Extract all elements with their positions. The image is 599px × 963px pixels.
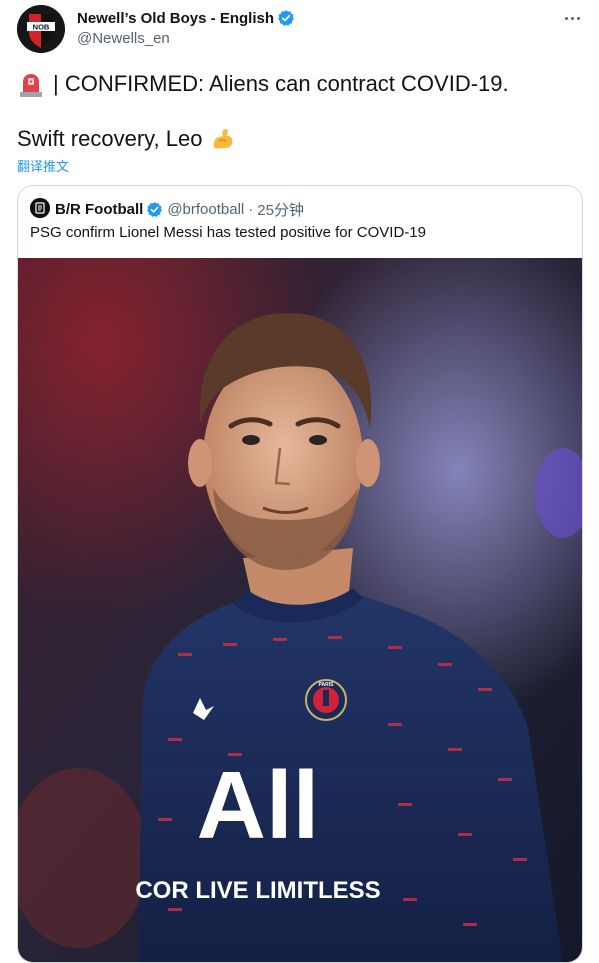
police-siren-icon [17,70,45,98]
tweet-text-line-2-text: Swift recovery, Leo [17,126,203,151]
quote-text: PSG confirm Lionel Messi has tested posi… [30,224,426,241]
more-options-icon[interactable] [560,8,584,28]
tweet-text-line-1: | CONFIRMED: Aliens can contract COVID-1… [17,70,509,98]
avatar-text: NOB [33,23,50,32]
translate-tweet-link[interactable]: 翻译推文 [17,156,69,175]
flexed-biceps-icon [210,126,236,152]
verified-badge-icon [277,9,295,27]
tweet-text-line-2: Swift recovery, Leo [17,126,236,152]
quote-author-name[interactable]: B/R Football [55,201,143,218]
quote-photo[interactable]: PARIS All COR LIVE LIMITLESS [18,258,582,962]
kit-sponsor-bottom: COR LIVE LIMITLESS [135,877,380,904]
avatar[interactable]: NOB [17,5,65,53]
quote-author-handle[interactable]: @brfootball [167,201,244,218]
kit-sponsor-top: All [197,752,320,859]
quoted-tweet[interactable]: B/R Football @brfootball · 25分钟 PSG conf… [17,185,583,963]
quote-header: B/R Football @brfootball · 25分钟 [55,199,304,220]
quote-separator: · [248,201,254,218]
author-name-text[interactable]: Newell’s Old Boys - English [77,10,274,27]
tweet-text-line-1-text: | CONFIRMED: Aliens can contract COVID-1… [53,71,509,96]
author-name[interactable]: Newell’s Old Boys - English [77,9,295,27]
quote-timestamp[interactable]: 25分钟 [257,199,304,220]
verified-badge-icon [146,201,163,218]
quote-avatar[interactable] [30,198,50,218]
author-handle[interactable]: @Newells_en [77,30,170,47]
tweet-card: NOB Newell’s Old Boys - English @Newells… [0,0,599,963]
crest-text: PARIS [319,682,335,688]
